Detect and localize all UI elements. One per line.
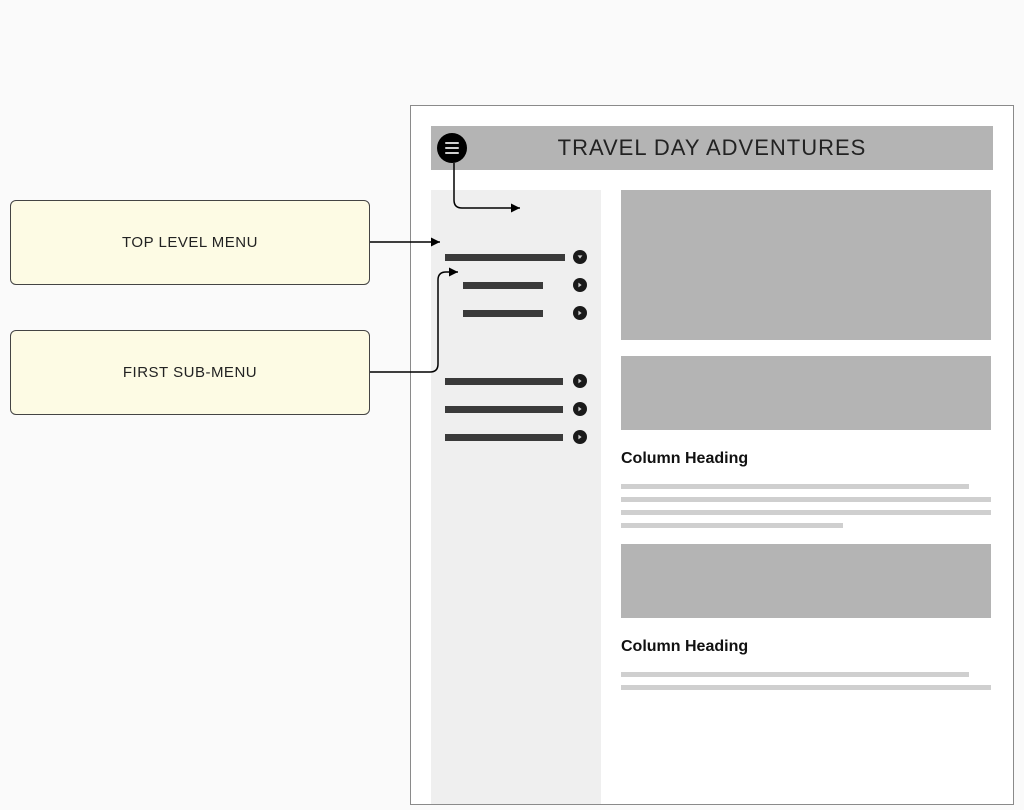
menu-subitem-2[interactable] [445, 306, 587, 320]
chevron-right-icon [573, 374, 587, 388]
chevron-right-icon [573, 306, 587, 320]
header-bar: TRAVEL DAY ADVENTURES [431, 126, 993, 170]
content-column: Column Heading Column Heading [621, 190, 993, 804]
callout-top-level-label: TOP LEVEL MENU [122, 234, 258, 251]
menu-item-3[interactable] [445, 402, 587, 416]
menu-item-bar [445, 406, 563, 413]
sidebar-menu [431, 190, 601, 804]
chevron-right-icon [573, 278, 587, 292]
chevron-right-icon [573, 402, 587, 416]
menu-item-bar [445, 254, 565, 261]
menu-item-top-level[interactable] [445, 250, 587, 264]
page-title: TRAVEL DAY ADVENTURES [558, 135, 867, 161]
chevron-down-icon [573, 250, 587, 264]
menu-item-bar [445, 378, 563, 385]
menu-subitem-1[interactable] [445, 278, 587, 292]
menu-item-bar [463, 310, 543, 317]
column-heading-1: Column Heading [621, 450, 991, 468]
callout-first-sub-menu: FIRST SUB-MENU [10, 330, 370, 415]
image-placeholder-large [621, 190, 991, 340]
menu-item-4[interactable] [445, 430, 587, 444]
image-placeholder-medium [621, 356, 991, 430]
image-placeholder-medium-2 [621, 544, 991, 618]
menu-item-bar [445, 434, 563, 441]
chevron-right-icon [573, 430, 587, 444]
paragraph-placeholder [621, 484, 991, 528]
callout-top-level-menu: TOP LEVEL MENU [10, 200, 370, 285]
callout-first-sub-label: FIRST SUB-MENU [123, 364, 257, 381]
menu-item-2[interactable] [445, 374, 587, 388]
hamburger-menu-icon[interactable] [437, 133, 467, 163]
menu-item-bar [463, 282, 543, 289]
paragraph-placeholder-2 [621, 672, 991, 690]
wireframe-mockup: TRAVEL DAY ADVENTURES [410, 105, 1014, 805]
column-heading-2: Column Heading [621, 638, 991, 656]
